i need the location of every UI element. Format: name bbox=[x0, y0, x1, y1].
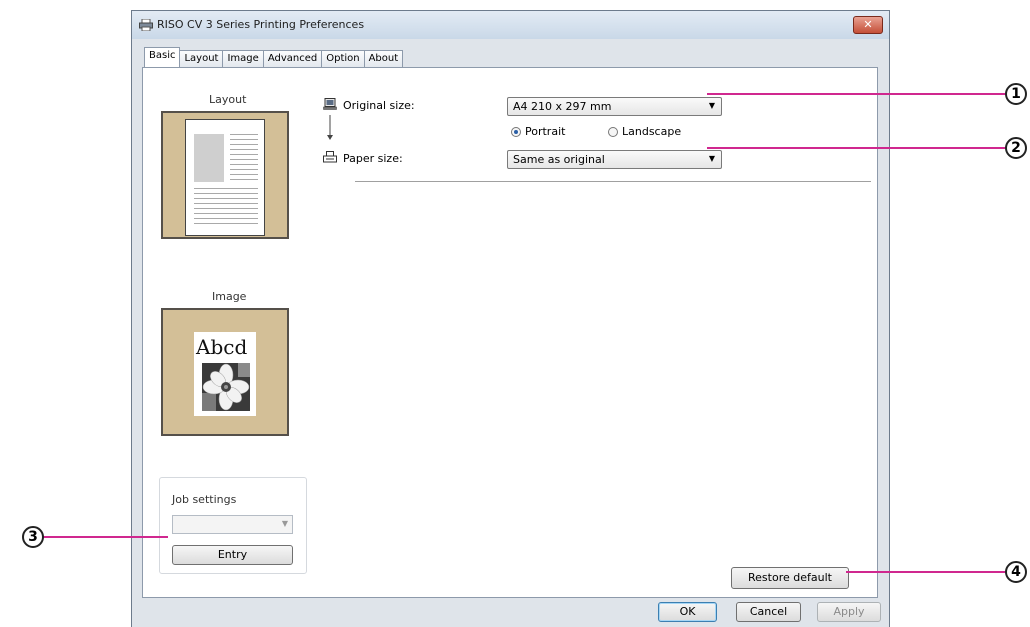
ok-button[interactable]: OK bbox=[658, 602, 717, 622]
job-settings-dropdown[interactable]: ▼ bbox=[172, 515, 293, 534]
image-preview-label: Image bbox=[212, 290, 247, 303]
callout-2: 2 bbox=[1005, 137, 1027, 159]
landscape-label: Landscape bbox=[622, 125, 682, 138]
tab-advanced[interactable]: Advanced bbox=[262, 50, 323, 67]
landscape-radio[interactable] bbox=[608, 127, 618, 137]
entry-button[interactable]: Entry bbox=[172, 545, 293, 565]
callout-line-1 bbox=[707, 93, 1009, 95]
callout-3: 3 bbox=[22, 526, 44, 548]
chevron-down-icon: ▼ bbox=[708, 154, 715, 163]
printer-icon bbox=[139, 19, 153, 31]
paper-size-value: Same as original bbox=[513, 153, 605, 166]
printing-preferences-dialog: RISO CV 3 Series Printing Preferences ✕ … bbox=[131, 10, 890, 627]
chevron-down-icon: ▼ bbox=[708, 101, 715, 110]
portrait-label: Portrait bbox=[525, 125, 566, 138]
title-bar[interactable]: RISO CV 3 Series Printing Preferences ✕ bbox=[132, 11, 889, 39]
chevron-down-icon: ▼ bbox=[281, 519, 288, 528]
callout-line-4 bbox=[846, 571, 1009, 573]
paper-size-dropdown[interactable]: Same as original ▼ bbox=[507, 150, 722, 169]
tab-strip: Basic Layout Image Advanced Option About bbox=[144, 47, 404, 67]
restore-default-button[interactable]: Restore default bbox=[731, 567, 849, 589]
close-icon: ✕ bbox=[863, 18, 873, 31]
original-size-value: A4 210 x 297 mm bbox=[513, 100, 612, 113]
image-preview: Abcd bbox=[161, 308, 289, 436]
paper-size-label: Paper size: bbox=[343, 152, 403, 165]
callout-line-2 bbox=[707, 147, 1009, 149]
job-settings-group: Job settings ▼ Entry bbox=[159, 477, 307, 574]
close-button[interactable]: ✕ bbox=[853, 16, 883, 34]
image-page-thumbnail: Abcd bbox=[194, 332, 256, 416]
arrow-down-icon bbox=[327, 115, 333, 140]
original-size-label: Original size: bbox=[343, 99, 415, 112]
layout-preview-label: Layout bbox=[209, 93, 247, 106]
job-settings-label: Job settings bbox=[172, 493, 237, 506]
tab-basic[interactable]: Basic bbox=[144, 47, 181, 67]
tab-image[interactable]: Image bbox=[222, 50, 264, 67]
tab-layout[interactable]: Layout bbox=[179, 50, 224, 67]
original-size-dropdown[interactable]: A4 210 x 297 mm ▼ bbox=[507, 97, 722, 116]
printer-paper-icon bbox=[323, 151, 337, 163]
flower-photo-icon bbox=[202, 363, 250, 411]
sample-text: Abcd bbox=[196, 335, 248, 359]
apply-button[interactable]: Apply bbox=[817, 602, 881, 622]
page-image-placeholder bbox=[194, 134, 224, 182]
callout-4: 4 bbox=[1005, 561, 1027, 583]
document-page-thumbnail bbox=[185, 119, 265, 236]
original-document-icon bbox=[323, 98, 337, 110]
tab-about[interactable]: About bbox=[363, 50, 404, 67]
cancel-button[interactable]: Cancel bbox=[736, 602, 801, 622]
window-title: RISO CV 3 Series Printing Preferences bbox=[157, 18, 365, 31]
portrait-radio[interactable] bbox=[511, 127, 521, 137]
layout-preview bbox=[161, 111, 289, 239]
callout-line-3 bbox=[43, 536, 168, 538]
callout-1: 1 bbox=[1005, 83, 1027, 105]
settings-separator bbox=[355, 181, 871, 182]
tab-option[interactable]: Option bbox=[321, 50, 365, 67]
